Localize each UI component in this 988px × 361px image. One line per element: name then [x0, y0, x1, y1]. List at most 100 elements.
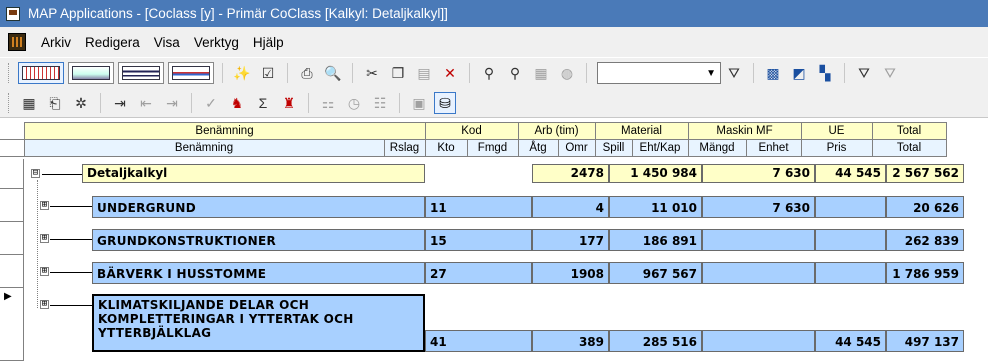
magic-wand-icon[interactable]: ✨: [231, 62, 253, 84]
row-kod[interactable]: 27: [425, 262, 532, 284]
col-omr[interactable]: Omr: [557, 139, 596, 157]
insert-icon[interactable]: ▦: [530, 62, 552, 84]
check-icon[interactable]: ✓: [200, 92, 222, 114]
row-maskin[interactable]: [702, 229, 815, 251]
row-kod[interactable]: 15: [425, 229, 532, 251]
outdent-right-icon[interactable]: ⇥: [161, 92, 183, 114]
calc-total-icon[interactable]: ♜: [278, 92, 300, 114]
col-group-total[interactable]: Total: [871, 122, 947, 140]
hierarchy-icon[interactable]: ⚏: [317, 92, 339, 114]
row-total[interactable]: 20 626: [886, 196, 964, 218]
filter-combobox[interactable]: ▼: [597, 62, 721, 84]
row-name[interactable]: BÄRVERK I HUSSTOMME: [92, 262, 425, 284]
copy-icon[interactable]: ❐: [387, 62, 409, 84]
clock-icon[interactable]: ◷: [343, 92, 365, 114]
row-omr[interactable]: 177: [532, 229, 609, 251]
expand-icon[interactable]: ⊞: [40, 300, 49, 309]
print-icon[interactable]: ⎙: [296, 62, 318, 84]
col-group-kod[interactable]: Kod: [424, 122, 519, 140]
menu-redigera[interactable]: Redigera: [78, 35, 147, 50]
row-kod[interactable]: 11: [425, 196, 532, 218]
row-total[interactable]: 262 839: [886, 229, 964, 251]
row-total[interactable]: 497 137: [886, 330, 964, 352]
row-omr[interactable]: 389: [532, 330, 609, 352]
row-selector[interactable]: [0, 159, 24, 189]
row-selector[interactable]: [0, 255, 24, 288]
indent-icon[interactable]: ⇥: [109, 92, 131, 114]
col-ehtkap[interactable]: Eht/Kap: [631, 139, 689, 157]
col-group-maskin[interactable]: Maskin MF: [687, 122, 802, 140]
fill-icon[interactable]: ◍: [556, 62, 578, 84]
filter-icon[interactable]: ⛛: [723, 62, 745, 84]
report-view-icon[interactable]: [168, 62, 214, 84]
row-ue[interactable]: [815, 196, 886, 218]
clear-filter-icon[interactable]: ⛛: [879, 62, 901, 84]
find-next-icon[interactable]: ⚲: [504, 62, 526, 84]
menu-visa[interactable]: Visa: [147, 35, 187, 50]
col-kto[interactable]: Kto: [424, 139, 468, 157]
row-material[interactable]: 285 516: [609, 330, 702, 352]
expand-icon[interactable]: ⊞: [40, 234, 49, 243]
table-icon[interactable]: ▦: [18, 92, 40, 114]
row-ue[interactable]: [815, 262, 886, 284]
chevron-down-icon[interactable]: ▼: [706, 68, 716, 79]
col-group-arb[interactable]: Arb (tim): [517, 122, 596, 140]
row-material[interactable]: 11 010: [609, 196, 702, 218]
filter-set-icon[interactable]: ▩: [762, 62, 784, 84]
menu-arkiv[interactable]: Arkiv: [34, 35, 78, 50]
row-selector[interactable]: ▶: [0, 288, 24, 361]
row-omr[interactable]: 4: [532, 196, 609, 218]
row-name[interactable]: KLIMATSKILJANDE DELAR OCH KOMPLETTERINGA…: [92, 294, 425, 352]
col-rslag[interactable]: Rslag: [383, 139, 426, 157]
col-total[interactable]: Total: [871, 139, 947, 157]
row-total[interactable]: 2 567 562: [886, 164, 964, 183]
calc-sum-icon[interactable]: Σ: [252, 92, 274, 114]
toolbar-grip[interactable]: [8, 63, 11, 83]
expand-icon[interactable]: ⊞: [40, 201, 49, 210]
find-icon[interactable]: ⚲: [478, 62, 500, 84]
col-fmgd[interactable]: Fmgd: [466, 139, 519, 157]
collapse-icon[interactable]: ⊟: [31, 169, 40, 178]
tools-icon[interactable]: ✲: [70, 92, 92, 114]
row-total[interactable]: 1 786 959: [886, 262, 964, 284]
row-ue[interactable]: [815, 229, 886, 251]
menu-hjalp[interactable]: Hjälp: [246, 35, 291, 50]
row-kod[interactable]: 41: [425, 330, 532, 352]
paste-icon[interactable]: ▤: [413, 62, 435, 84]
row-omr[interactable]: 1908: [532, 262, 609, 284]
chart-view-icon[interactable]: [68, 62, 114, 84]
row-name[interactable]: GRUNDKONSTRUKTIONER: [92, 229, 425, 251]
expand-icon[interactable]: ⊞: [40, 267, 49, 276]
row-ue[interactable]: 44 545: [815, 330, 886, 352]
row-selector[interactable]: [0, 189, 24, 222]
col-group-benamning[interactable]: Benämning: [23, 122, 426, 140]
cut-icon[interactable]: ✂: [361, 62, 383, 84]
format-icon[interactable]: ◩: [788, 62, 810, 84]
document-icon[interactable]: [8, 33, 26, 51]
menu-verktyg[interactable]: Verktyg: [187, 35, 246, 50]
col-group-material[interactable]: Material: [594, 122, 689, 140]
list-view-icon[interactable]: [118, 62, 164, 84]
row-omr[interactable]: 2478: [532, 164, 609, 183]
row-selector[interactable]: [0, 222, 24, 255]
calc-icon[interactable]: ♞: [226, 92, 248, 114]
grid-view-icon[interactable]: [18, 62, 64, 84]
col-group-ue[interactable]: UE: [800, 122, 873, 140]
import-icon[interactable]: ⎗: [44, 92, 66, 114]
row-name[interactable]: UNDERGRUND: [92, 196, 425, 218]
col-benamning[interactable]: Benämning: [23, 139, 385, 157]
col-mangd[interactable]: Mängd: [687, 139, 747, 157]
toolbar-grip[interactable]: [8, 92, 11, 113]
tree-icon[interactable]: ▚: [814, 62, 836, 84]
col-enhet[interactable]: Enhet: [745, 139, 802, 157]
row-material[interactable]: 967 567: [609, 262, 702, 284]
row-maskin[interactable]: [702, 262, 815, 284]
row-material[interactable]: 1 450 984: [609, 164, 702, 183]
row-maskin[interactable]: 7 630: [702, 196, 815, 218]
filter-funnel-icon[interactable]: ⛛: [853, 62, 875, 84]
row-maskin[interactable]: 7 630: [702, 164, 815, 183]
row-name[interactable]: Detaljkalkyl: [82, 164, 425, 183]
properties-icon[interactable]: ☑: [257, 62, 279, 84]
print-preview-icon[interactable]: 🔍: [322, 62, 344, 84]
delete-icon[interactable]: ✕: [439, 62, 461, 84]
